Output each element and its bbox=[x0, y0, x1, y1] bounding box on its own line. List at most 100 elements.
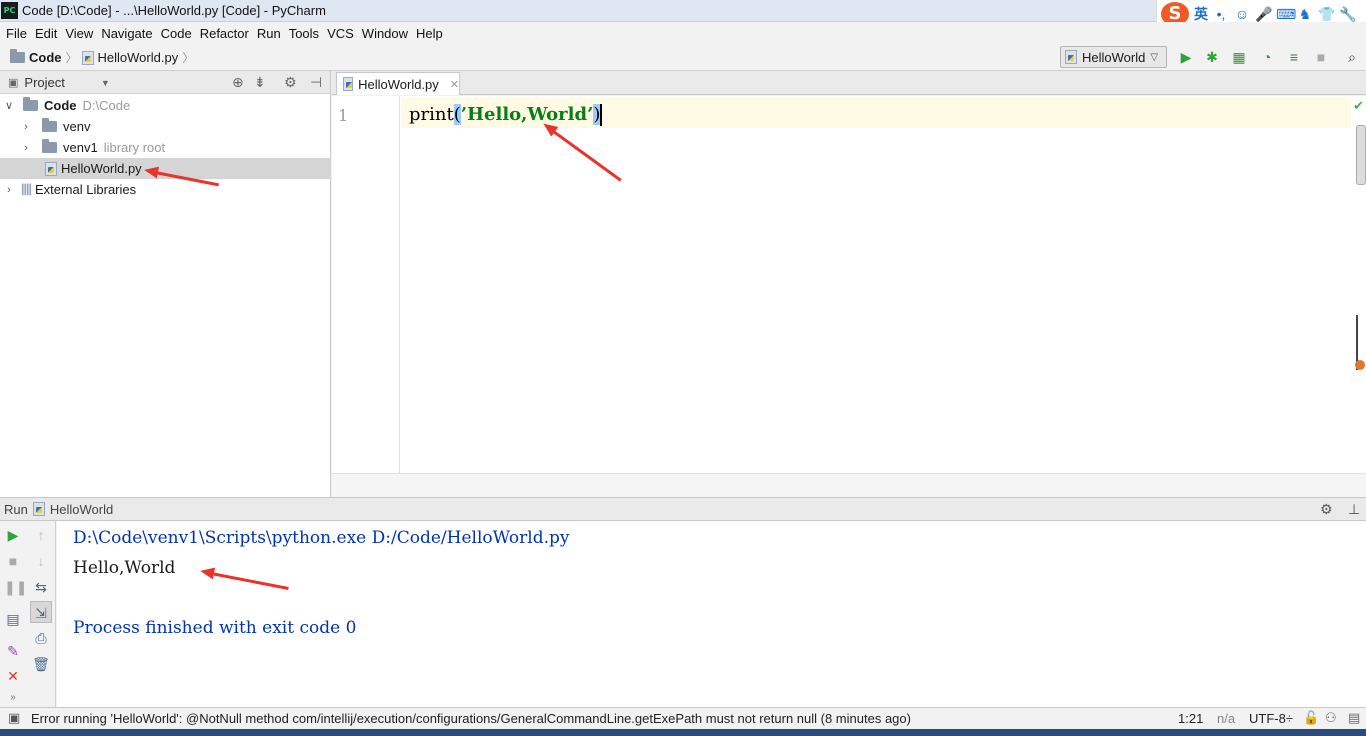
status-message[interactable]: Error running 'HelloWorld': @NotNull met… bbox=[31, 711, 911, 726]
layout-icon[interactable]: ▤ bbox=[4, 610, 22, 628]
code-function: print bbox=[409, 104, 454, 125]
punctuation-icon[interactable]: •, bbox=[1213, 6, 1229, 22]
folder-icon bbox=[42, 118, 57, 132]
breadcrumb-file[interactable]: HelloWorld.py bbox=[98, 50, 179, 65]
gear-icon[interactable]: ⚙ bbox=[1320, 501, 1333, 518]
profile-icon[interactable]: ◔ bbox=[1259, 49, 1275, 65]
tree-root-path: D:\Code bbox=[82, 98, 131, 113]
menu-refactor[interactable]: Refactor bbox=[196, 26, 253, 41]
ime-language-toggle[interactable]: 英 bbox=[1194, 4, 1208, 24]
rerun-icon[interactable]: ▶ bbox=[4, 526, 22, 544]
tree-item-label: venv bbox=[63, 119, 91, 134]
concurrency-icon[interactable]: ≡ bbox=[1286, 49, 1302, 65]
skin-icon[interactable]: ♞ bbox=[1297, 6, 1313, 22]
pin-icon[interactable]: ✎ bbox=[4, 642, 22, 660]
menu-bar: File Edit View Navigate Code Refactor Ru… bbox=[0, 22, 1366, 44]
tree-item-code-root[interactable]: ∨ Code D:\Code bbox=[0, 95, 331, 116]
tools-icon[interactable]: 🔧 bbox=[1339, 6, 1356, 22]
python-file-icon bbox=[343, 77, 354, 91]
menu-vcs[interactable]: VCS bbox=[323, 26, 358, 41]
run-icon[interactable]: ▶ bbox=[1178, 49, 1194, 65]
print-icon[interactable]: ⎙ bbox=[32, 629, 50, 647]
run-configuration-select[interactable]: HelloWorld ▽ bbox=[1060, 46, 1167, 68]
project-panel: ▣ Project ▼ ⊕ ⇟ ⚙ ⊣ ∨ Code D:\Code › ven… bbox=[0, 71, 331, 497]
tree-item-venv1[interactable]: › venv1 library root bbox=[0, 137, 331, 158]
scrollbar-thumb[interactable] bbox=[1356, 125, 1366, 185]
menu-file[interactable]: File bbox=[2, 26, 31, 41]
line-separator-indicator[interactable]: n/a bbox=[1217, 711, 1235, 726]
code-editor[interactable]: 1 print(’Hello,World’) ✔ bbox=[332, 96, 1366, 473]
chevron-down-icon[interactable]: ∨ bbox=[3, 99, 15, 112]
menu-navigate[interactable]: Navigate bbox=[97, 26, 156, 41]
chevron-right-icon[interactable]: › bbox=[20, 142, 32, 154]
lock-icon[interactable]: 🔓 bbox=[1303, 710, 1319, 726]
gear-icon[interactable]: ⚙ bbox=[284, 74, 297, 91]
menu-view[interactable]: View bbox=[61, 26, 97, 41]
chevron-right-icon: 〉 bbox=[182, 51, 195, 65]
tshirt-icon[interactable]: 👕 bbox=[1318, 6, 1335, 22]
code-string: ’Hello,World’ bbox=[460, 104, 594, 125]
menu-window[interactable]: Window bbox=[358, 26, 412, 41]
project-view-select[interactable]: ▣ Project ▼ bbox=[8, 75, 110, 90]
run-configuration-label: HelloWorld bbox=[1082, 49, 1146, 65]
library-icon: ⫼⫼ bbox=[21, 181, 32, 197]
dropdown-icon: ▼ bbox=[100, 77, 110, 88]
chevron-right-icon: 〉 bbox=[65, 51, 78, 65]
python-file-icon bbox=[45, 161, 57, 176]
run-header-label: Run bbox=[4, 501, 28, 517]
chevron-right-icon[interactable]: › bbox=[20, 121, 32, 133]
chevron-right-icon[interactable]: › bbox=[3, 184, 15, 196]
menu-help[interactable]: Help bbox=[412, 26, 447, 41]
close-icon[interactable]: ✕ bbox=[4, 667, 22, 685]
tree-item-venv[interactable]: › venv bbox=[0, 116, 331, 137]
menu-tools[interactable]: Tools bbox=[285, 26, 323, 41]
pycharm-logo-icon: PC bbox=[1, 2, 18, 19]
status-bar: ▣ Error running 'HelloWorld': @NotNull m… bbox=[0, 707, 1366, 729]
trash-icon[interactable]: 🗑 bbox=[32, 655, 50, 673]
down-arrow-icon[interactable]: ↓ bbox=[32, 552, 50, 570]
breadcrumb-root[interactable]: Code bbox=[29, 50, 62, 65]
keyboard-icon[interactable]: ⌨ bbox=[1276, 6, 1296, 22]
stop-icon[interactable]: ■ bbox=[4, 552, 22, 570]
line-number: 1 bbox=[338, 106, 349, 125]
code-line[interactable]: print(’Hello,World’) bbox=[409, 104, 603, 126]
debug-icon[interactable]: ✱ bbox=[1204, 49, 1220, 65]
inspection-ok-icon[interactable]: ✔ bbox=[1353, 98, 1364, 114]
search-icon[interactable]: ⌕ bbox=[1344, 49, 1360, 65]
pause-icon[interactable]: ❚❚ bbox=[4, 578, 27, 596]
tool-windows-icon[interactable]: ▣ bbox=[8, 710, 20, 726]
menu-run[interactable]: Run bbox=[253, 26, 285, 41]
line-gutter: 1 bbox=[332, 96, 400, 473]
event-log-icon[interactable]: ▤ bbox=[1348, 710, 1360, 726]
close-icon[interactable]: ✕ bbox=[450, 78, 459, 91]
python-file-icon bbox=[81, 50, 94, 65]
windows-taskbar bbox=[0, 729, 1366, 736]
tree-item-external-libraries[interactable]: › ⫼⫼ External Libraries bbox=[0, 179, 331, 200]
tab-label: HelloWorld.py bbox=[358, 76, 439, 92]
breadcrumb: Code 〉 HelloWorld.py 〉 bbox=[10, 49, 194, 66]
emoji-icon[interactable]: ☺ bbox=[1234, 6, 1250, 22]
thermometer-icon bbox=[1355, 315, 1366, 370]
soft-wrap-icon[interactable]: ⇆ bbox=[32, 578, 50, 596]
menu-code[interactable]: Code bbox=[157, 26, 196, 41]
hide-panel-icon[interactable]: ⊥ bbox=[1348, 501, 1360, 518]
inspector-icon[interactable]: ⚇ bbox=[1325, 710, 1337, 726]
locate-icon[interactable]: ⊕ bbox=[232, 74, 244, 91]
console-command-line: D:\Code\venv1\Scripts\python.exe D:/Code… bbox=[73, 528, 570, 548]
hide-panel-icon[interactable]: ⊣ bbox=[310, 74, 322, 91]
tab-helloworld[interactable]: HelloWorld.py ✕ bbox=[336, 72, 460, 95]
caret-position[interactable]: 1:21 bbox=[1178, 711, 1203, 726]
menu-edit[interactable]: Edit bbox=[31, 26, 61, 41]
file-encoding[interactable]: UTF-8÷ bbox=[1249, 711, 1293, 726]
collapse-all-icon[interactable]: ⇟ bbox=[254, 74, 266, 91]
more-icon[interactable]: » bbox=[4, 689, 22, 707]
scroll-to-end-icon[interactable]: ⇲ bbox=[30, 601, 52, 623]
tree-item-label: External Libraries bbox=[34, 182, 137, 197]
microphone-icon[interactable]: 🎤 bbox=[1255, 6, 1272, 22]
coverage-icon[interactable]: ▦ bbox=[1231, 49, 1247, 65]
stop-icon[interactable]: ■ bbox=[1313, 49, 1329, 65]
up-arrow-icon[interactable]: ↑ bbox=[32, 526, 50, 544]
run-console[interactable]: D:\Code\venv1\Scripts\python.exe D:/Code… bbox=[57, 521, 1366, 707]
project-icon: ▣ bbox=[8, 77, 19, 89]
folder-icon bbox=[23, 97, 38, 111]
